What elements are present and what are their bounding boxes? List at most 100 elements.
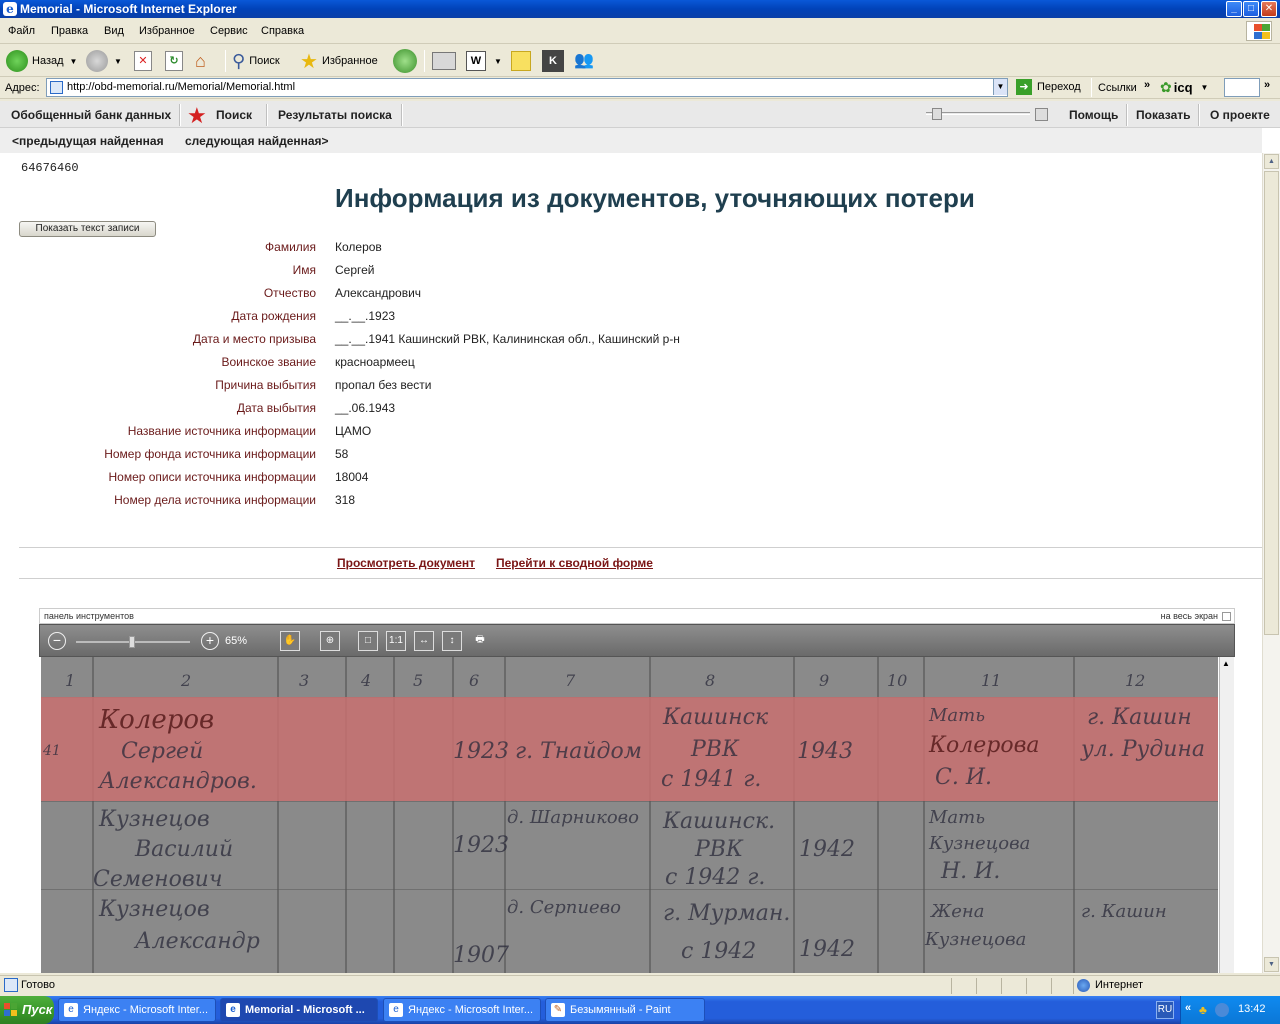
scroll-thumb[interactable] (1264, 171, 1279, 635)
field-label: Дата рождения (231, 309, 316, 323)
network-icon[interactable]: ♣ (1199, 1003, 1213, 1017)
taskbar-item-yandex-2[interactable]: e Яндекс - Microsoft Inter... (383, 998, 541, 1022)
scroll-down-icon[interactable]: ▼ (1264, 957, 1279, 972)
prev-found-link[interactable]: <предыдущая найденная (12, 134, 164, 148)
favorites-button[interactable]: ★ Избранное (300, 49, 378, 73)
field-label: Фамилия (265, 240, 316, 254)
stop-button[interactable]: ✕ (134, 49, 152, 73)
messenger-button[interactable]: 👥 (574, 49, 598, 73)
window-title-bar[interactable]: e Memorial - Microsoft Internet Explorer… (0, 0, 1280, 18)
field-value: 318 (335, 493, 356, 507)
dropdown-arrow-icon[interactable]: ▼ (114, 57, 122, 66)
viewer-scrollbar[interactable]: ▲ (1219, 657, 1234, 973)
actual-size-icon[interactable]: 1:1 (386, 631, 406, 651)
forward-button[interactable]: ▼ (86, 49, 122, 73)
address-label: Адрес: (5, 82, 40, 94)
slider-box-icon[interactable] (1035, 108, 1048, 121)
status-cell (1051, 978, 1073, 994)
dropdown-arrow-icon[interactable]: ▼ (70, 57, 78, 66)
address-input[interactable]: http://obd-memorial.ru/Memorial/Memorial… (46, 78, 1008, 97)
kaspersky-button[interactable]: K (542, 49, 564, 73)
antivirus-icon[interactable] (1215, 1003, 1229, 1017)
taskbar-item-memorial[interactable]: e Memorial - Microsoft ... (220, 998, 378, 1022)
zoom-out-icon[interactable]: − (48, 632, 66, 650)
summary-form-link[interactable]: Перейти к сводной форме (496, 556, 653, 570)
edit-button[interactable]: W ▼ (466, 49, 502, 73)
minimize-button[interactable]: _ (1226, 1, 1242, 17)
windows-logo-icon (1246, 21, 1272, 41)
page-scrollbar[interactable]: ▲ ▼ (1262, 153, 1280, 973)
fit-height-icon[interactable]: ↕ (442, 631, 462, 651)
icq-input[interactable] (1224, 78, 1260, 97)
fullscreen-label[interactable]: на весь экран (1161, 611, 1218, 621)
chevron-right-icon[interactable]: » (1264, 79, 1270, 91)
menu-edit[interactable]: Правка (51, 25, 88, 37)
page-status-icon (4, 978, 18, 992)
menu-view[interactable]: Вид (104, 25, 124, 37)
view-document-link[interactable]: Просмотреть документ (337, 556, 475, 570)
icq-button[interactable]: ✿ icq ▼ (1160, 79, 1208, 96)
fullscreen-checkbox[interactable] (1222, 612, 1231, 621)
discuss-button[interactable] (511, 49, 531, 73)
menu-file[interactable]: Файл (8, 25, 35, 37)
scroll-up-icon[interactable]: ▲ (1264, 154, 1279, 169)
field-label: Номер описи источника информации (108, 470, 316, 484)
dropdown-arrow-icon[interactable]: ▼ (494, 57, 502, 66)
nav-show[interactable]: Показать (1136, 108, 1191, 122)
search-icon: ⚲ (232, 50, 246, 71)
print-icon[interactable]: 🖶 (470, 631, 490, 651)
menu-favorites[interactable]: Избранное (139, 25, 195, 37)
show-record-text-button[interactable]: Показать текст записи (19, 221, 156, 237)
field-label: Имя (292, 263, 316, 277)
status-text: Готово (21, 979, 55, 991)
divider (19, 547, 1262, 548)
toolbar-panel-label[interactable]: панель инструментов (44, 611, 134, 621)
fit-page-icon[interactable]: □ (358, 631, 378, 651)
language-indicator[interactable]: RU (1156, 1001, 1174, 1019)
refresh-button[interactable]: ↻ (165, 49, 183, 73)
zoom-in-icon[interactable]: + (201, 632, 219, 650)
history-button[interactable] (393, 49, 417, 73)
clock[interactable]: 13:42 (1238, 1003, 1266, 1015)
zoom-slider[interactable] (76, 633, 190, 648)
document-scan-image[interactable]: 1 2 3 4 5 6 7 8 9 10 11 12 Колеров Серге… (41, 657, 1218, 973)
fit-width-icon[interactable]: ↔ (414, 631, 434, 651)
font-size-slider[interactable] (926, 106, 1030, 122)
menu-help[interactable]: Справка (261, 25, 304, 37)
search-button[interactable]: ⚲ Поиск (232, 49, 280, 73)
start-button[interactable]: Пуск (0, 996, 54, 1024)
maximize-button[interactable]: □ (1243, 1, 1259, 17)
zoom-area-icon[interactable]: ⊕ (320, 631, 340, 651)
slider-thumb[interactable] (932, 108, 942, 120)
scroll-up-icon[interactable]: ▲ (1222, 659, 1230, 668)
nav-databank[interactable]: Обобщенный банк данных (11, 108, 171, 122)
field-label: Номер дела источника информации (114, 493, 316, 507)
nav-results[interactable]: Результаты поиска (278, 108, 392, 122)
hand-tool-icon[interactable]: ✋ (280, 631, 300, 651)
links-button[interactable]: Ссылки (1098, 82, 1137, 94)
taskbar-item-paint[interactable]: ✎ Безымянный - Paint (545, 998, 705, 1022)
nav-about[interactable]: О проекте (1210, 108, 1270, 122)
nav-search[interactable]: Поиск (216, 108, 252, 122)
home-button[interactable]: ⌂ (195, 49, 217, 73)
stop-icon: ✕ (134, 51, 152, 71)
k-icon: K (542, 50, 564, 72)
address-dropdown-icon[interactable]: ▼ (993, 79, 1007, 95)
menu-tools[interactable]: Сервис (210, 25, 248, 37)
zoom-percent: 65% (225, 635, 248, 647)
go-arrow-icon: ➜ (1016, 79, 1032, 95)
tray-expand-icon[interactable]: « (1185, 1002, 1191, 1014)
taskbar-item-yandex[interactable]: e Яндекс - Microsoft Inter... (58, 998, 216, 1022)
scan-text: Василий (135, 837, 234, 862)
printer-icon (432, 52, 456, 70)
close-button[interactable]: ✕ (1261, 1, 1277, 17)
nav-help[interactable]: Помощь (1069, 108, 1118, 122)
print-button[interactable] (432, 49, 456, 73)
scan-text: Колерова (929, 733, 1040, 758)
next-found-link[interactable]: следующая найденная> (185, 134, 329, 148)
zoom-slider-thumb[interactable] (129, 636, 135, 648)
back-button[interactable]: Назад ▼ (6, 49, 77, 73)
go-button[interactable]: ➜ Переход (1016, 79, 1081, 95)
nav-separator (266, 104, 268, 126)
chevron-right-icon[interactable]: » (1144, 79, 1150, 91)
